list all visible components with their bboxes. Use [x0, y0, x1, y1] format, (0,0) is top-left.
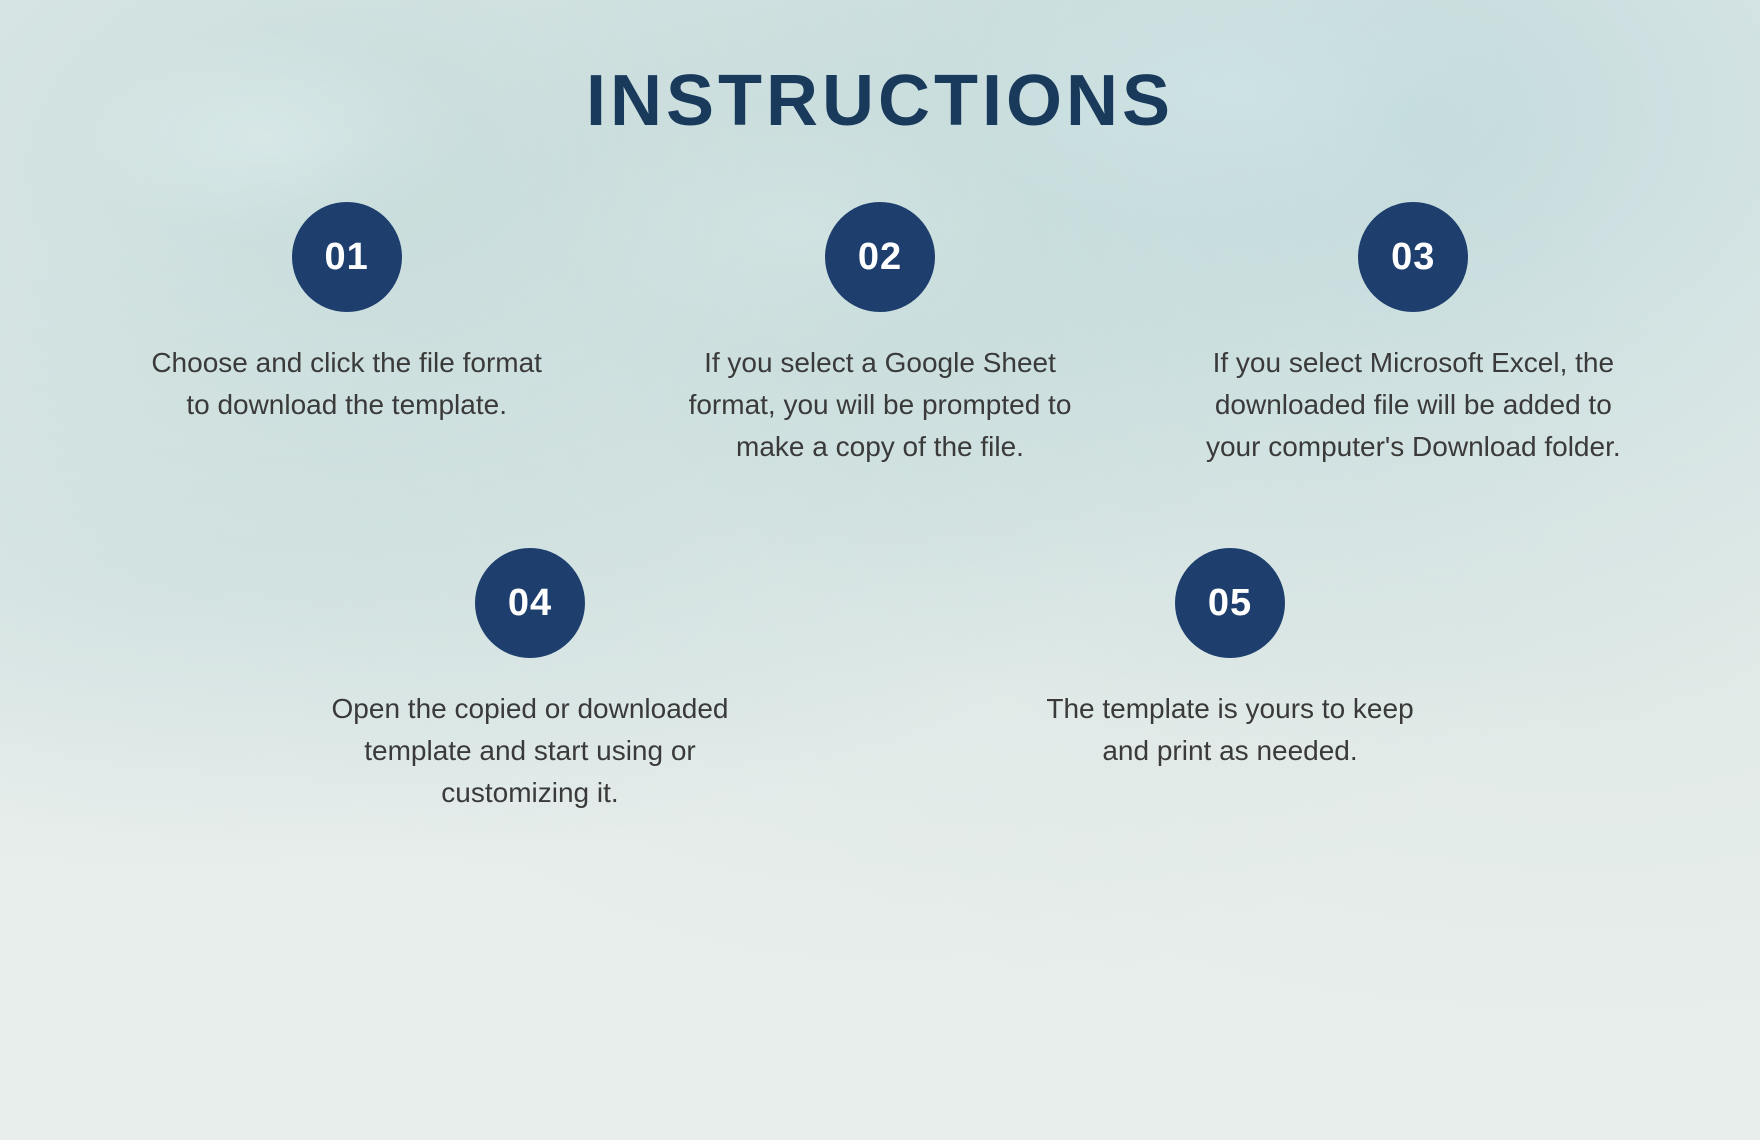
step-02: 02 If you select a Google Sheet format, …	[670, 202, 1090, 468]
step-03-circle: 03	[1358, 202, 1468, 312]
steps-row-top: 01 Choose and click the file format to d…	[80, 202, 1680, 468]
step-05-circle: 05	[1175, 548, 1285, 658]
step-03-number: 03	[1391, 236, 1435, 279]
step-02-text: If you select a Google Sheet format, you…	[670, 342, 1090, 468]
steps-container: 01 Choose and click the file format to d…	[80, 202, 1680, 814]
step-04-number: 04	[508, 582, 552, 625]
step-05-number: 05	[1208, 582, 1252, 625]
step-03-text: If you select Microsoft Excel, the downl…	[1203, 342, 1623, 468]
step-04: 04 Open the copied or downloaded templat…	[320, 548, 740, 814]
steps-row-bottom: 04 Open the copied or downloaded templat…	[80, 548, 1680, 814]
step-01-number: 01	[325, 236, 369, 279]
step-02-circle: 02	[825, 202, 935, 312]
step-01: 01 Choose and click the file format to d…	[137, 202, 557, 468]
step-05: 05 The template is yours to keep and pri…	[1020, 548, 1440, 814]
page-title: INSTRUCTIONS	[586, 60, 1174, 142]
step-03: 03 If you select Microsoft Excel, the do…	[1203, 202, 1623, 468]
step-05-text: The template is yours to keep and print …	[1020, 688, 1440, 772]
step-04-text: Open the copied or downloaded template a…	[320, 688, 740, 814]
step-01-text: Choose and click the file format to down…	[137, 342, 557, 426]
step-02-number: 02	[858, 236, 902, 279]
step-04-circle: 04	[475, 548, 585, 658]
step-01-circle: 01	[292, 202, 402, 312]
